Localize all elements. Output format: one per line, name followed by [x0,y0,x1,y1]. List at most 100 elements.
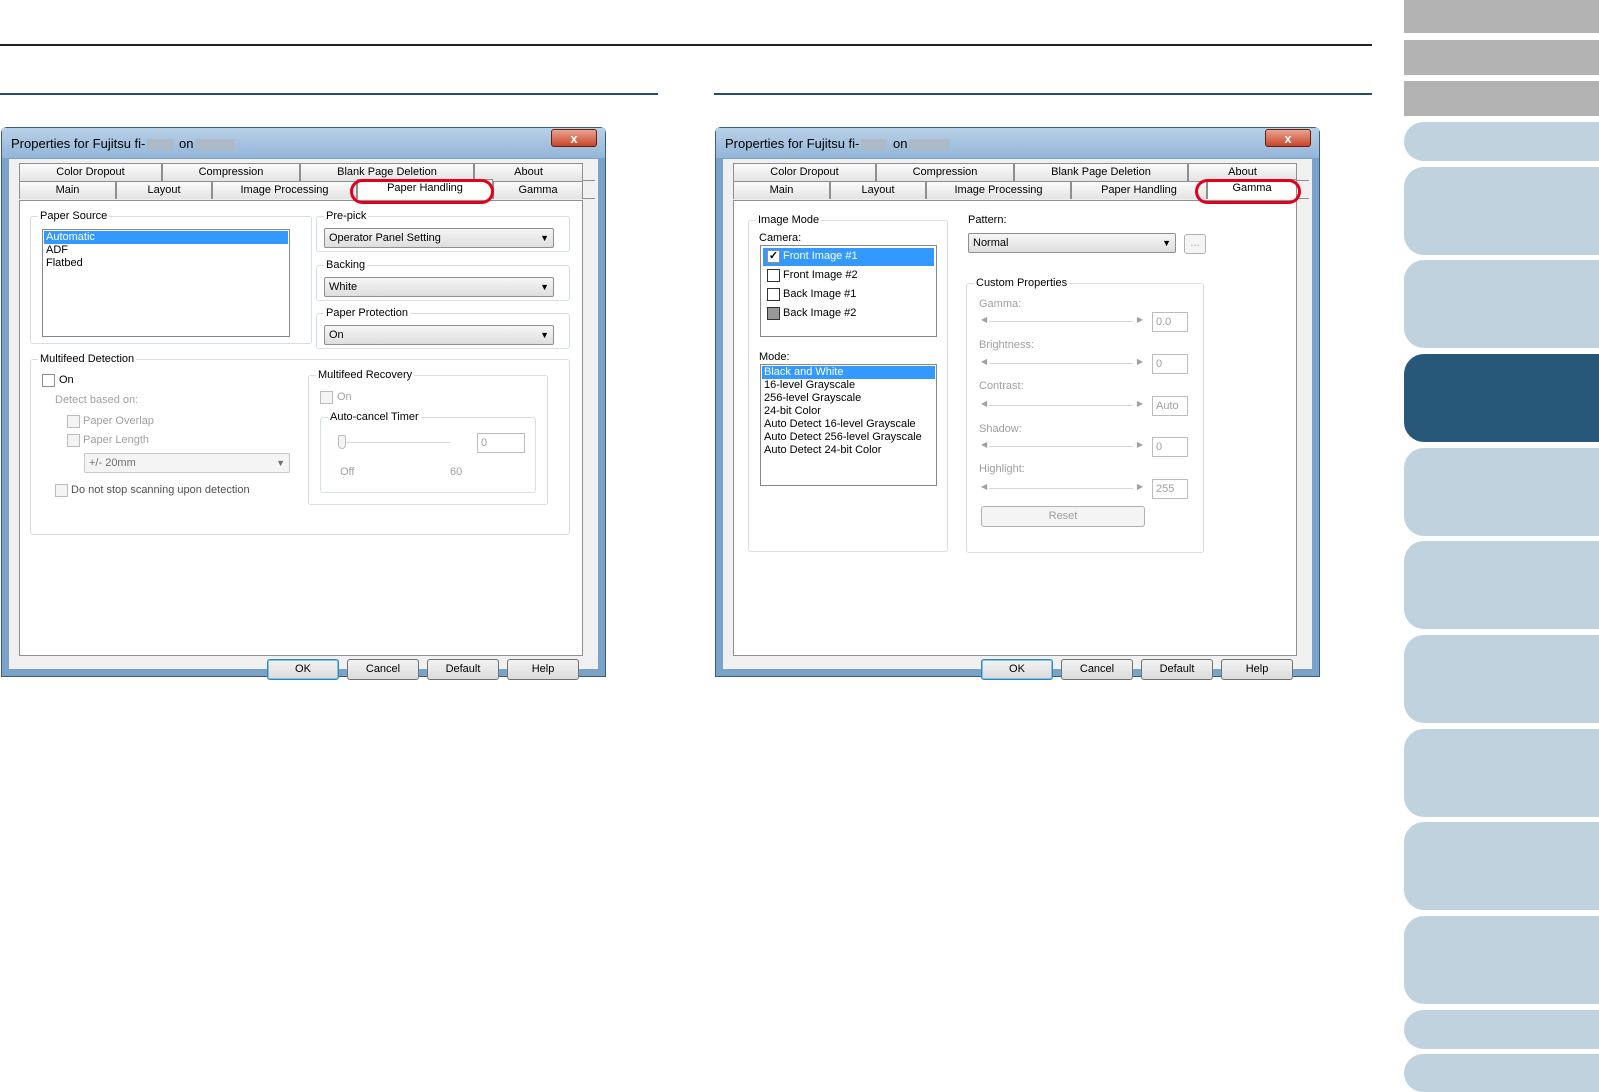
tab-gamma[interactable]: Gamma [1207,179,1297,199]
side-tab-4[interactable] [1404,122,1599,161]
ok-button[interactable]: OK [267,659,339,680]
side-tab-5[interactable] [1404,167,1599,255]
arrow-left-icon[interactable]: ◀ [981,399,987,408]
arrow-right-icon[interactable]: ▶ [1137,357,1143,366]
side-tab-2[interactable] [1404,40,1599,75]
tab-color-dropout[interactable]: Color Dropout [733,163,876,181]
multifeed-on-label: On [59,374,74,386]
arrow-left-icon[interactable]: ◀ [981,482,987,491]
tab-layout[interactable]: Layout [116,181,212,199]
list-item[interactable]: 16-level Grayscale [762,379,935,392]
tab-compression[interactable]: Compression [876,163,1014,181]
tab-compression[interactable]: Compression [162,163,300,181]
list-item[interactable]: Back Image #2 [763,304,934,323]
shadow-slider[interactable]: ◀ ▶ [979,439,1145,455]
list-item[interactable]: Front Image #2 [763,266,934,285]
cancel-button[interactable]: Cancel [1061,659,1133,680]
contrast-value[interactable]: Auto [1152,396,1188,416]
side-tab-14[interactable] [1404,1010,1599,1049]
list-item[interactable]: ✓ Front Image #1 [763,248,934,266]
side-tab-6[interactable] [1404,260,1599,348]
side-tab-1[interactable] [1404,0,1599,33]
list-item[interactable]: 24-bit Color [762,405,935,418]
brightness-value[interactable]: 0 [1152,354,1188,374]
default-button[interactable]: Default [1141,659,1213,680]
tab-main[interactable]: Main [733,181,830,199]
cancel-button[interactable]: Cancel [347,659,419,680]
do-not-stop-checkbox[interactable] [55,484,68,497]
arrow-right-icon[interactable]: ▶ [1137,482,1143,491]
side-tab-7-active[interactable] [1404,354,1599,442]
tab-paper-handling[interactable]: Paper Handling [357,179,493,199]
side-tab-3[interactable] [1404,81,1599,116]
arrow-left-icon[interactable]: ◀ [981,440,987,449]
mode-list[interactable]: Black and White 16-level Grayscale 256-l… [760,364,937,486]
pattern-select[interactable]: Normal ▼ [968,233,1176,253]
close-button[interactable]: x [551,129,597,147]
side-tab-9[interactable] [1404,541,1599,629]
tab-gamma[interactable]: Gamma [493,181,583,199]
section-rule-left [0,93,658,95]
default-button[interactable]: Default [427,659,499,680]
arrow-right-icon[interactable]: ▶ [1137,440,1143,449]
tab-image-processing[interactable]: Image Processing [212,181,357,199]
camera-list[interactable]: ✓ Front Image #1 Front Image #2 Back Ima… [760,245,937,337]
backing-select[interactable]: White ▼ [324,277,554,297]
arrow-left-icon[interactable]: ◀ [981,315,987,324]
paper-protection-select[interactable]: On ▼ [324,325,554,345]
help-button[interactable]: Help [507,659,579,680]
tab-main[interactable]: Main [19,181,116,199]
side-tab-12[interactable] [1404,822,1599,910]
tab-blank-page-deletion[interactable]: Blank Page Deletion [1014,163,1188,181]
tab-image-processing[interactable]: Image Processing [926,181,1071,199]
slider-thumb[interactable] [338,435,346,449]
side-tab-13[interactable] [1404,916,1599,1004]
list-item[interactable]: Black and White [762,366,935,379]
prepick-label: Pre-pick [324,209,369,223]
highlight-value[interactable]: 255 [1152,479,1188,499]
paper-length-checkbox[interactable] [67,434,80,447]
tab-paper-handling[interactable]: Paper Handling [1071,181,1207,199]
highlight-slider[interactable]: ◀ ▶ [979,481,1145,497]
checkbox[interactable] [767,288,780,301]
side-tab-8[interactable] [1404,448,1599,536]
side-tab-11[interactable] [1404,729,1599,817]
list-item[interactable]: ADF [44,244,288,257]
arrow-left-icon[interactable]: ◀ [981,357,987,366]
arrow-right-icon[interactable]: ▶ [1137,399,1143,408]
side-tab-10[interactable] [1404,635,1599,723]
list-item[interactable]: Auto Detect 24-bit Color [762,444,935,457]
paper-source-list[interactable]: Automatic ADF Flatbed [42,229,290,337]
multifeed-on-checkbox[interactable] [42,374,55,387]
reset-button[interactable]: Reset [981,506,1145,527]
paper-length-select[interactable]: +/- 20mm ▼ [84,453,290,473]
list-item[interactable]: 256-level Grayscale [762,392,935,405]
list-item[interactable]: Auto Detect 256-level Grayscale [762,431,935,444]
checkbox[interactable] [767,307,780,320]
tab-color-dropout[interactable]: Color Dropout [19,163,162,181]
list-item[interactable]: Automatic [44,231,288,244]
recovery-on-checkbox[interactable] [320,391,333,404]
brightness-slider[interactable]: ◀ ▶ [979,356,1145,372]
help-button[interactable]: Help [1221,659,1293,680]
prepick-select[interactable]: Operator Panel Setting ▼ [324,228,554,248]
ok-button[interactable]: OK [981,659,1053,680]
auto-cancel-value[interactable]: 0 [477,433,525,453]
checkbox[interactable] [767,269,780,282]
contrast-slider[interactable]: ◀ ▶ [979,398,1145,414]
paper-overlap-checkbox[interactable] [67,415,80,428]
list-item[interactable]: Back Image #1 [763,285,934,304]
arrow-right-icon[interactable]: ▶ [1137,315,1143,324]
side-tab-15[interactable] [1404,1054,1599,1092]
list-item[interactable]: Auto Detect 16-level Grayscale [762,418,935,431]
close-button[interactable]: x [1265,129,1311,147]
tab-layout[interactable]: Layout [830,181,926,199]
pattern-browse-button[interactable]: ... [1184,234,1206,254]
auto-cancel-slider[interactable] [336,435,462,451]
gamma-slider[interactable]: ◀ ▶ [979,314,1145,330]
check-icon[interactable]: ✓ [767,250,780,263]
list-item[interactable]: Flatbed [44,257,288,270]
gamma-value[interactable]: 0.0 [1152,312,1188,332]
chevron-down-icon: ▼ [540,282,549,292]
shadow-value[interactable]: 0 [1152,437,1188,457]
